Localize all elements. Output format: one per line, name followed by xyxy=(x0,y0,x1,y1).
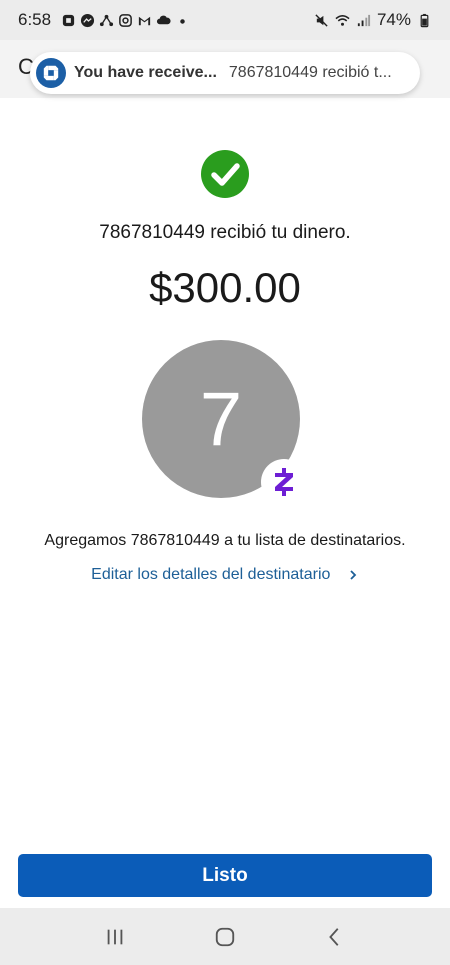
success-check-icon xyxy=(201,150,249,198)
back-button[interactable] xyxy=(315,917,355,957)
system-nav-bar xyxy=(0,908,450,965)
zelle-icon xyxy=(275,468,293,496)
status-right: 74% xyxy=(314,10,432,30)
signal-icon xyxy=(356,13,371,28)
battery-icon xyxy=(417,13,432,28)
share-icon xyxy=(99,13,114,28)
notification-title: You have receive... xyxy=(74,64,217,81)
recent-apps-icon xyxy=(107,929,123,944)
battery-level: 74% xyxy=(376,10,411,29)
notification-banner[interactable]: You have receive... 7867810449 recibió t… xyxy=(30,52,420,94)
amount: $300.00 xyxy=(149,264,301,311)
mute-icon xyxy=(314,13,329,28)
confirmation-message: 7867810449 recibió tu dinero. xyxy=(99,222,351,243)
done-button-label: Listo xyxy=(202,864,248,886)
chase-logo-icon xyxy=(36,58,66,88)
cloud-icon xyxy=(156,13,171,28)
status-left: 6:58 xyxy=(18,10,190,30)
avatar-initial: 7 xyxy=(199,376,243,462)
recent-apps-button[interactable] xyxy=(95,917,135,957)
home-button[interactable] xyxy=(205,917,245,957)
status-bar: 6:58 74% xyxy=(0,0,450,40)
instagram-icon xyxy=(118,13,133,28)
dot-icon xyxy=(175,13,190,28)
messenger-icon xyxy=(80,13,95,28)
edit-recipient-label: Editar los detalles del destinatario xyxy=(91,566,331,583)
back-icon xyxy=(329,927,339,946)
status-time: 6:58 xyxy=(18,10,52,29)
gmail-icon xyxy=(137,13,152,28)
edit-recipient-link[interactable]: Editar los detalles del destinatario xyxy=(0,566,450,584)
notification-body: 7867810449 recibió t... xyxy=(228,64,392,81)
recipient-added-text: Agregamos 7867810449 a tu lista de desti… xyxy=(44,532,406,549)
notification-icons xyxy=(61,13,190,28)
home-icon xyxy=(215,927,235,946)
done-button[interactable]: Listo xyxy=(18,854,432,897)
wifi-icon xyxy=(335,13,350,28)
zelle-badge xyxy=(261,459,307,505)
chase-icon xyxy=(61,13,76,28)
chevron-right-icon xyxy=(350,570,357,580)
screen: 6:58 74% C You have receive... 786781044… xyxy=(0,0,450,965)
